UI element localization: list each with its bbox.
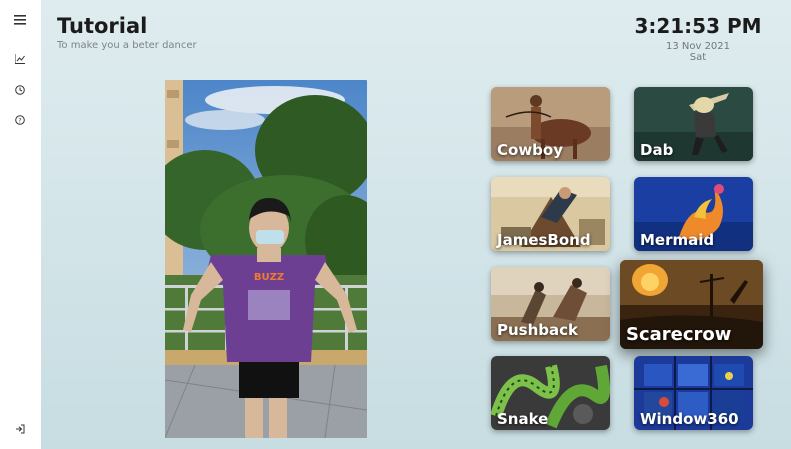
svg-text:BUZZ: BUZZ [254,272,284,283]
svg-text:?: ? [18,117,21,125]
menu-icon[interactable] [12,12,28,28]
dance-card-mermaid[interactable]: Mermaid [634,177,753,251]
page-title: Tutorial [57,14,148,38]
clock-widget: 3:21:53 PM 13 Nov 2021 Sat [633,14,763,63]
dance-card-snake[interactable]: Snake [491,356,610,430]
camera-feed: BUZZ [165,80,367,438]
dance-card-scarecrow[interactable]: Scarecrow [620,260,763,349]
dance-card-label: JamesBond [497,231,591,249]
dance-card-label: Cowboy [497,141,563,159]
clock-time: 3:21:53 PM [634,14,762,38]
dance-card-dab[interactable]: Dab [634,87,753,161]
dance-card-label: Snake [497,410,549,428]
dance-card-window360[interactable]: Window360 [634,356,753,430]
dance-card-label: Pushback [497,321,579,339]
dance-card-label: Dab [640,141,674,159]
dance-card-jamesbond[interactable]: JamesBond [491,177,610,251]
dance-card-label: Window360 [640,410,739,428]
dance-card-cowboy[interactable]: Cowboy [491,87,610,161]
help-icon[interactable]: ? [12,112,28,128]
dance-card-label: Mermaid [640,231,715,249]
chart-icon[interactable] [12,51,28,67]
main-area: Tutorial To make you a beter dancer 3:21… [41,0,791,449]
logout-icon[interactable] [12,421,28,437]
sidebar: ? [0,0,42,449]
clock-icon[interactable] [12,82,28,98]
page-subtitle: To make you a beter dancer [57,40,197,51]
clock-date: 13 Nov 2021 [665,41,731,52]
dance-card-pushback[interactable]: Pushback [491,267,610,341]
dance-card-label: Scarecrow [626,324,732,345]
clock-day: Sat [689,52,707,63]
